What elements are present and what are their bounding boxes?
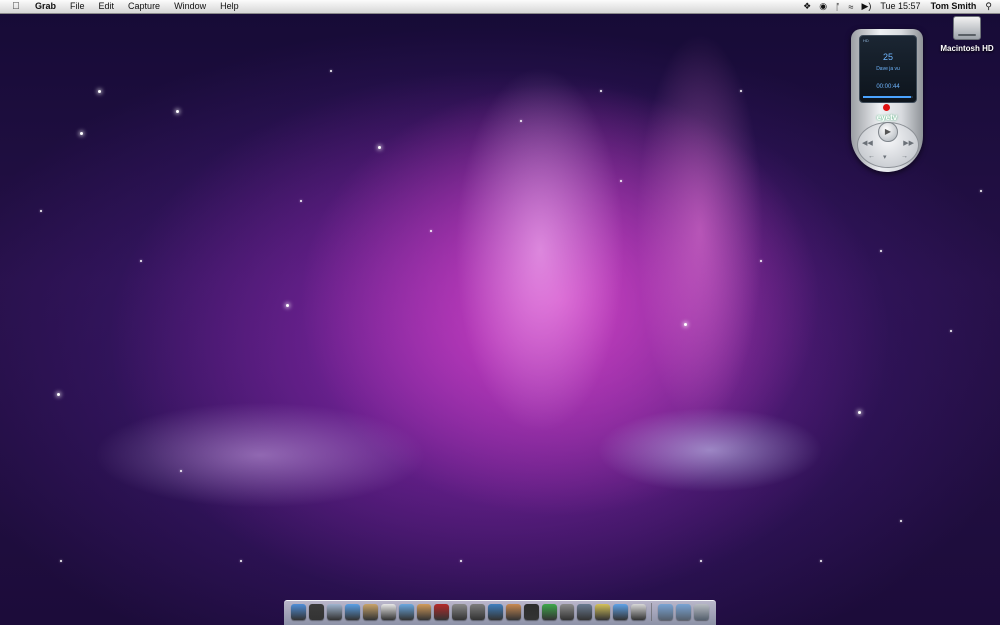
dock-item-preview[interactable] [505,604,521,620]
dock-item-activity-monitor[interactable] [541,604,557,620]
dock-item-mail[interactable] [327,604,343,620]
dock-item-itunes[interactable] [398,604,414,620]
star-decoration [98,90,101,93]
menu-help[interactable]: Help [213,0,246,13]
program-name: Dave ja vu [876,66,900,72]
star-decoration [684,323,687,326]
star-decoration [950,330,952,332]
dock-item-imovie[interactable] [452,604,468,620]
dock-item-ical[interactable] [380,604,396,620]
star-decoration [460,560,462,562]
dock-item-terminal[interactable] [523,604,539,620]
dock-item-stickies[interactable] [595,604,611,620]
dock [284,600,716,625]
star-decoration [858,411,861,414]
rewind-icon[interactable]: ◀◀ [862,139,873,147]
dropbox-icon[interactable]: ❖ [799,1,815,12]
dock-item-script-editor[interactable] [470,604,486,620]
spotlight-search-icon[interactable]: ⚲ [981,1,1000,12]
dock-item-system-preferences[interactable] [559,604,575,620]
star-decoration [60,560,62,562]
dock-item-dashboard[interactable] [309,604,325,620]
menu-edit[interactable]: Edit [92,0,122,13]
user-menu[interactable]: Tom Smith [926,0,982,13]
dock-item-calendar[interactable] [631,604,646,620]
dock-item-safari[interactable] [345,604,360,620]
star-decoration [57,393,60,396]
eyetv-logo: eyetv [876,113,898,122]
play-button[interactable]: ▶ [878,122,898,142]
display-top-label: HD [863,38,869,43]
dock-item-finder[interactable] [291,604,307,620]
volume-icon[interactable]: ▶) [857,1,875,12]
playback-progress-bar[interactable] [863,96,913,98]
bluetooth-icon[interactable]: ᚩ [831,2,844,12]
desktop-icon-label: Macintosh HD [940,44,994,53]
menu-file[interactable]: File [63,0,92,13]
dock-item-network-utility[interactable] [488,604,503,620]
star-decoration [378,146,381,149]
apple-icon[interactable]:  [10,1,22,12]
star-decoration [140,260,142,262]
dock-item-address-book[interactable] [362,604,378,620]
star-decoration [300,200,302,202]
menu-window[interactable]: Window [167,0,213,13]
star-decoration [980,190,982,192]
hard-drive-icon [953,16,981,40]
desktop-icon-macintosh-hd[interactable]: Macintosh HD [940,16,994,53]
wifi-icon[interactable]: ≈ [844,2,857,12]
star-decoration [240,560,242,562]
eyetv-remote-widget[interactable]: HD 25 Dave ja vu 00:00:44 eyetv ◀◀ ▶▶ ▾ … [851,29,923,172]
star-decoration [740,90,742,92]
star-decoration [40,210,42,212]
app-menu-grab[interactable]: Grab [28,0,63,13]
playback-progress-fill [863,96,911,98]
channel-up-icon[interactable]: → [901,153,908,160]
star-decoration [820,560,822,562]
dock-separator [651,603,653,621]
star-decoration [286,304,289,307]
dock-item-trash[interactable] [693,604,709,620]
fast-forward-icon[interactable]: ▶▶ [903,139,914,147]
star-decoration [600,90,602,92]
star-decoration [620,180,622,182]
channel-down-icon[interactable]: ← [868,153,875,160]
menu-capture[interactable]: Capture [121,0,167,13]
channel-number: 25 [882,52,893,62]
star-decoration [330,70,332,72]
desktop-wallpaper [0,0,1000,625]
evernote-icon[interactable]: ◉ [815,1,831,12]
dock-item-applications-folder[interactable] [657,604,673,620]
star-decoration [430,230,432,232]
star-decoration [700,560,702,562]
record-button[interactable] [883,104,890,111]
dock-item-documents-folder[interactable] [675,604,691,620]
dock-item-iphoto[interactable] [416,604,432,620]
playback-time: 00:00:44 [876,84,900,90]
star-decoration [180,470,182,472]
star-decoration [760,260,762,262]
dock-item-grab[interactable] [577,604,593,620]
dock-item-photo-booth[interactable] [434,604,450,620]
dock-item-ichat[interactable] [613,604,629,620]
status-area: ❖ ◉ ᚩ ≈ ▶) Tue 15:57 Tom Smith ⚲ [799,0,1000,13]
menu-bar:  Grab File Edit Capture Window Help ❖ ◉… [0,0,1000,14]
star-decoration [880,250,882,252]
star-decoration [80,132,83,135]
star-decoration [900,520,902,522]
remote-display: HD 25 Dave ja vu 00:00:44 [859,35,917,103]
volume-down-icon[interactable]: ▾ [883,153,887,161]
star-decoration [520,120,522,122]
menu-clock[interactable]: Tue 15:57 [875,0,925,13]
star-decoration [176,110,179,113]
